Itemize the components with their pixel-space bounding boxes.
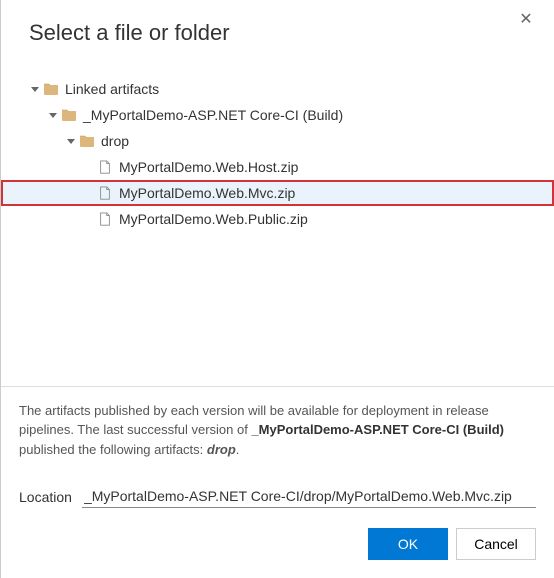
info-artifact-name: drop [207, 442, 236, 457]
tree-item[interactable]: Linked artifacts [1, 76, 554, 102]
folder-icon [61, 107, 77, 123]
tree-item[interactable]: MyPortalDemo.Web.Host.zip [1, 154, 554, 180]
tree-item[interactable]: _MyPortalDemo-ASP.NET Core-CI (Build) [1, 102, 554, 128]
file-icon [97, 185, 113, 201]
tree-item[interactable]: MyPortalDemo.Web.Public.zip [1, 206, 554, 232]
caret-spacer [83, 187, 95, 199]
tree-item-label: MyPortalDemo.Web.Host.zip [119, 159, 298, 175]
tree-item[interactable]: drop [1, 128, 554, 154]
location-row: Location [1, 473, 554, 516]
caret-spacer [83, 213, 95, 225]
tree-item-label: drop [101, 133, 129, 149]
dialog-title: Select a file or folder [29, 20, 526, 46]
info-text: The artifacts published by each version … [1, 386, 554, 474]
location-input[interactable] [82, 485, 536, 508]
tree-item-label: Linked artifacts [65, 81, 159, 97]
location-label: Location [19, 489, 72, 505]
file-picker-dialog: Select a file or folder ✕ Linked artifac… [0, 0, 554, 578]
chevron-down-icon[interactable] [65, 135, 77, 147]
tree-view[interactable]: Linked artifacts _MyPortalDemo-ASP.NET Co… [1, 56, 554, 386]
info-text-part: . [236, 442, 240, 457]
chevron-down-icon[interactable] [47, 109, 59, 121]
chevron-down-icon[interactable] [29, 83, 41, 95]
close-icon: ✕ [519, 11, 532, 28]
tree-item-label: MyPortalDemo.Web.Mvc.zip [119, 185, 295, 201]
tree-item-label: MyPortalDemo.Web.Public.zip [119, 211, 308, 227]
tree-item[interactable]: MyPortalDemo.Web.Mvc.zip [1, 180, 554, 206]
button-row: OK Cancel [1, 516, 554, 578]
file-icon [97, 159, 113, 175]
info-text-part: published the following artifacts: [19, 442, 207, 457]
file-icon [97, 211, 113, 227]
close-button[interactable]: ✕ [516, 10, 536, 30]
cancel-button[interactable]: Cancel [456, 528, 536, 560]
info-build-name: _MyPortalDemo-ASP.NET Core-CI (Build) [251, 422, 504, 437]
caret-spacer [83, 161, 95, 173]
dialog-header: Select a file or folder ✕ [1, 0, 554, 56]
folder-icon [43, 81, 59, 97]
tree-item-label: _MyPortalDemo-ASP.NET Core-CI (Build) [83, 107, 343, 123]
ok-button[interactable]: OK [368, 528, 448, 560]
folder-icon [79, 133, 95, 149]
